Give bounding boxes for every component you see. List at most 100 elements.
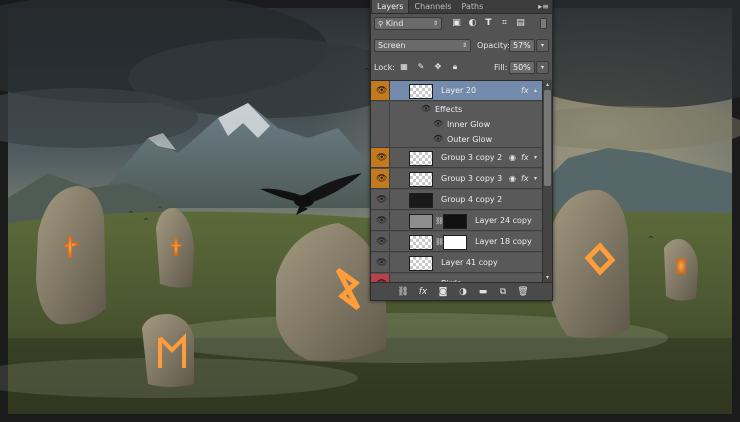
visibility-toggle[interactable]: 👁︎	[371, 81, 390, 100]
effect-name: Outer Glow	[447, 135, 493, 144]
eye-icon[interactable]: 👁︎	[433, 134, 443, 143]
layers-scrollbar[interactable]: ▴ ▾	[542, 80, 552, 282]
eye-icon: 👁︎	[376, 173, 388, 184]
new-layer-icon[interactable]: ⧉	[497, 286, 509, 298]
layer-name[interactable]: Group 3 copy 3	[441, 169, 502, 189]
layer-thumbnail	[409, 193, 433, 208]
lock-transparent-icon[interactable]: ▦	[399, 61, 409, 73]
layer-row-layer-20[interactable]: 👁︎ Layer 20 fx ▴	[371, 81, 542, 101]
search-icon: ⚲	[378, 20, 384, 28]
layers-bottom-toolbar: ⛓︎ fx ◙ ◑ ▬ ⧉ 🗑︎	[371, 282, 552, 300]
layer-thumbnail	[409, 84, 433, 99]
fx-icon[interactable]: fx	[521, 169, 529, 189]
layer-name[interactable]: Layer 18 copy	[475, 232, 532, 252]
layer-name[interactable]: Group 3 copy 2	[441, 148, 502, 168]
smart-object-icon: ◉	[509, 153, 516, 162]
kind-filter-dropdown[interactable]: ⚲ Kind ⇕	[374, 17, 442, 30]
layer-mask-thumbnail[interactable]	[443, 214, 467, 229]
layer-name[interactable]: Layer 24 copy	[475, 211, 532, 231]
eye-icon: 👁︎	[376, 236, 388, 247]
smart-object-filter-icon[interactable]: ▤	[515, 18, 526, 29]
effects-row[interactable]: 👁︎ Effects	[371, 102, 542, 117]
expand-effects-arrow[interactable]: ▴	[534, 87, 537, 95]
layer-thumbnail	[409, 256, 433, 271]
opacity-dropdown-arrow[interactable]: ▾	[536, 39, 549, 52]
layer-name[interactable]: Layer 20	[441, 81, 476, 101]
blend-mode-dropdown[interactable]: Screen ⇕	[374, 39, 471, 52]
visibility-toggle[interactable]: 👁︎	[371, 190, 390, 209]
expand-effects-arrow[interactable]: ▾	[534, 175, 537, 183]
filter-row: ⚲ Kind ⇕ ▣ ◐ T ⌗ ▤	[371, 17, 552, 32]
layer-row-group-4-copy-2[interactable]: 👁︎ Group 4 copy 2	[371, 190, 542, 210]
new-group-icon[interactable]: ▬	[477, 286, 489, 298]
eye-icon: 👁︎	[376, 215, 388, 226]
fill-dropdown-arrow[interactable]: ▾	[536, 61, 549, 74]
visibility-toggle[interactable]	[371, 117, 390, 132]
fill-input[interactable]: 50%	[509, 61, 535, 74]
blend-mode-value: Screen	[378, 41, 406, 50]
lock-all-icon[interactable]: 🔒︎	[450, 61, 460, 73]
effect-name: Inner Glow	[447, 120, 491, 129]
layer-row-group-3-copy-3[interactable]: 👁︎ Group 3 copy 3 ◉ fx ▾	[371, 169, 542, 189]
panel-tab-bar: Layers Channels Paths ▸≡	[371, 0, 552, 14]
adjustment-filter-icon[interactable]: ◐	[467, 18, 478, 29]
image-filter-icon[interactable]: ▣	[451, 18, 462, 29]
visibility-toggle[interactable]: 👁︎	[371, 211, 390, 230]
layer-name[interactable]: Layer 41 copy	[441, 253, 498, 273]
tab-channels[interactable]: Channels	[409, 0, 456, 13]
scroll-down-arrow[interactable]: ▾	[543, 273, 552, 282]
layer-row-birds[interactable]: 👁︎ ▸ ▬ Birds	[371, 274, 542, 282]
layer-mask-thumbnail[interactable]	[443, 235, 467, 250]
chain-link-icon[interactable]: ⛓︎	[435, 238, 444, 247]
eye-icon: 👁︎	[376, 257, 388, 268]
eye-icon[interactable]: 👁︎	[433, 119, 443, 128]
layer-name[interactable]: Group 4 copy 2	[441, 190, 502, 210]
layer-thumbnail	[409, 214, 433, 229]
lock-image-icon[interactable]: ✎	[416, 61, 426, 73]
expand-effects-arrow[interactable]: ▾	[534, 154, 537, 162]
fx-icon[interactable]: fx	[417, 286, 429, 298]
shape-filter-icon[interactable]: ⌗	[499, 18, 510, 29]
effect-row-outer-glow[interactable]: 👁︎ Outer Glow	[371, 132, 542, 148]
type-filter-icon[interactable]: T	[483, 18, 494, 29]
eye-icon[interactable]: 👁︎	[421, 104, 431, 113]
visibility-toggle[interactable]: 👁︎	[371, 253, 390, 272]
layer-row-layer-24-copy[interactable]: 👁︎ ⛓︎ Layer 24 copy	[371, 211, 542, 231]
visibility-toggle[interactable]	[371, 102, 390, 117]
eye-icon: 👁︎	[376, 152, 388, 163]
folder-icon: ▬	[421, 274, 429, 282]
layer-thumbnail	[409, 172, 433, 187]
scrollbar-thumb[interactable]	[544, 90, 551, 186]
trash-icon[interactable]: 🗑︎	[517, 286, 529, 298]
opacity-input[interactable]: 57%	[509, 39, 535, 52]
layer-row-layer-41-copy[interactable]: 👁︎ Layer 41 copy	[371, 253, 542, 273]
layer-name[interactable]: Birds	[441, 274, 461, 282]
chain-link-icon[interactable]: ⛓︎	[435, 217, 444, 226]
visibility-toggle[interactable]: 👁︎	[371, 148, 390, 167]
tab-layers[interactable]: Layers	[371, 0, 410, 13]
panel-menu-icon[interactable]: ▸≡	[538, 2, 549, 11]
fx-icon[interactable]: fx	[521, 148, 529, 168]
visibility-toggle[interactable]: 👁︎	[371, 169, 390, 188]
visibility-toggle[interactable]	[371, 132, 390, 147]
fill-label: Fill:	[494, 63, 508, 72]
lock-position-icon[interactable]: ✥	[433, 61, 443, 73]
tab-paths[interactable]: Paths	[457, 0, 489, 13]
add-mask-icon[interactable]: ◙	[437, 286, 449, 298]
filter-toggle[interactable]	[540, 18, 547, 29]
scroll-up-arrow[interactable]: ▴	[543, 80, 552, 89]
layers-list[interactable]: 👁︎ Layer 20 fx ▴ 👁︎ Effects 👁︎ Inner Glo…	[371, 80, 552, 282]
eye-icon: 👁︎	[376, 85, 388, 96]
lock-row: Lock: ▦ ✎ ✥ 🔒︎ Fill: 50% ▾	[371, 61, 552, 76]
visibility-toggle[interactable]: 👁︎	[371, 274, 390, 282]
effect-row-inner-glow[interactable]: 👁︎ Inner Glow	[371, 117, 542, 132]
link-layers-icon[interactable]: ⛓︎	[397, 286, 409, 298]
layer-row-layer-18-copy[interactable]: 👁︎ ⛓︎ Layer 18 copy	[371, 232, 542, 252]
opacity-label: Opacity:	[477, 41, 510, 50]
layers-panel[interactable]: Layers Channels Paths ▸≡ ⚲ Kind ⇕ ▣ ◐ T …	[370, 0, 553, 301]
layer-row-group-3-copy-2[interactable]: 👁︎ Group 3 copy 2 ◉ fx ▾	[371, 148, 542, 168]
fx-icon[interactable]: fx	[521, 81, 529, 101]
layer-thumbnail	[409, 151, 433, 166]
new-adjustment-icon[interactable]: ◑	[457, 286, 469, 298]
visibility-toggle[interactable]: 👁︎	[371, 232, 390, 251]
